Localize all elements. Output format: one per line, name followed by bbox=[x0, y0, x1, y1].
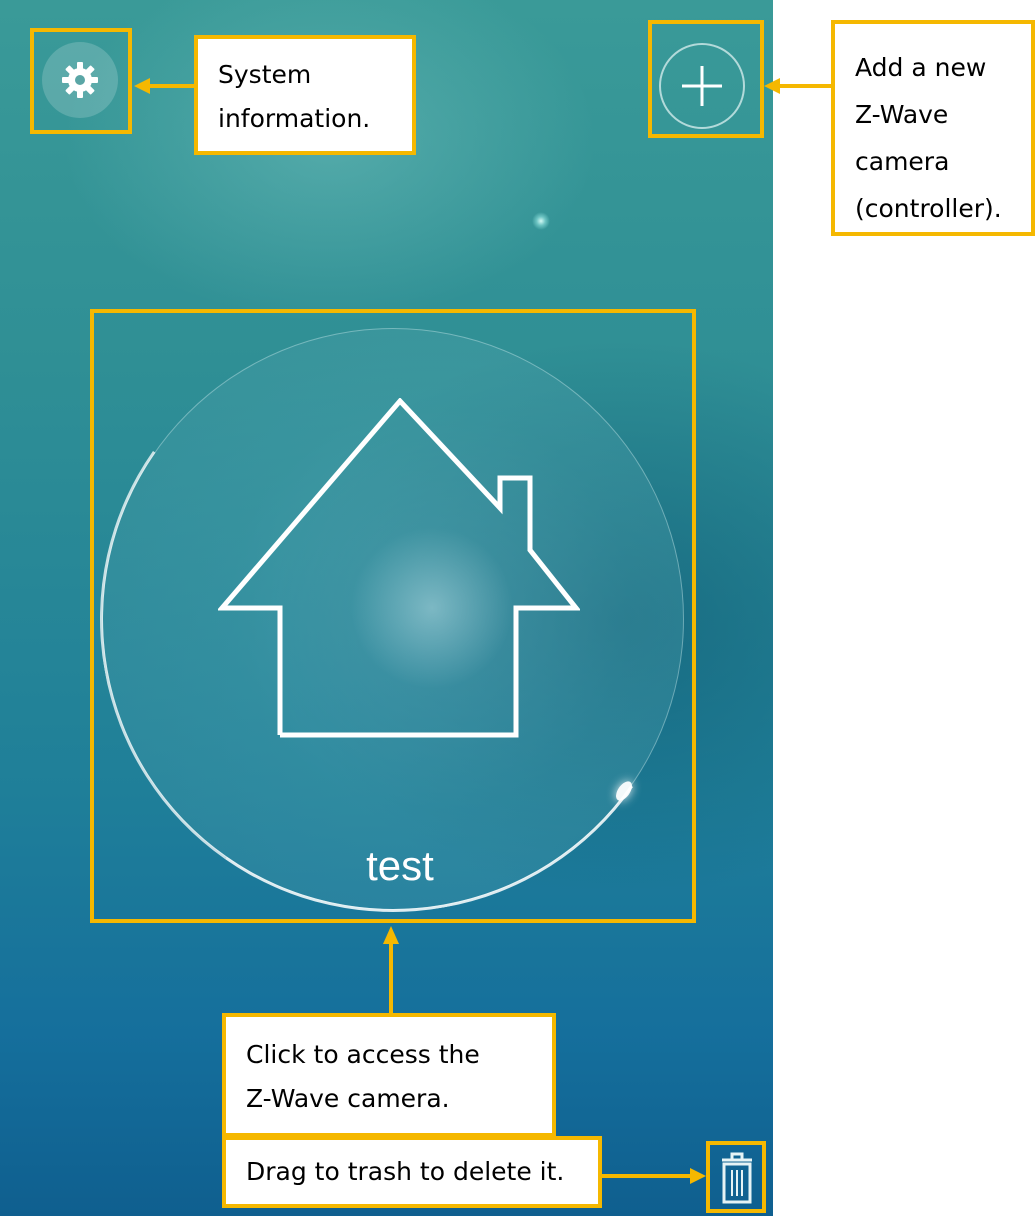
settings-arrow bbox=[134, 78, 831, 1184]
